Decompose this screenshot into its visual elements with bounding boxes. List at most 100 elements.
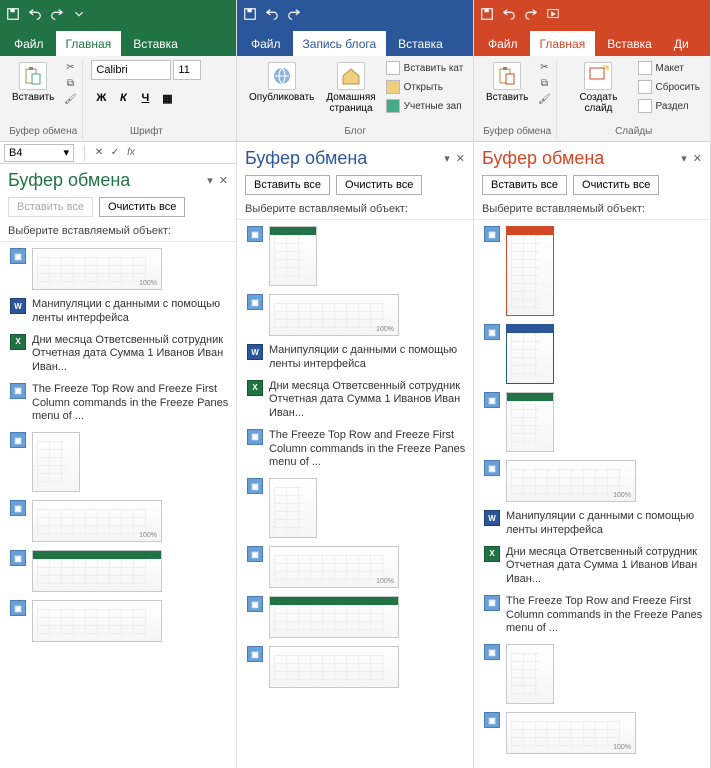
reset-button[interactable]: Сбросить (636, 79, 702, 95)
clip-item[interactable]: W Манипуляции с данными с помощью ленты … (245, 340, 469, 376)
cancel-icon[interactable]: ✕ (91, 146, 107, 160)
copy-icon[interactable]: ⧉ (62, 76, 78, 90)
save-icon[interactable] (480, 7, 494, 21)
clip-item[interactable]: ▣ (245, 642, 469, 692)
close-icon[interactable]: ✕ (693, 152, 702, 165)
tab-file[interactable]: Файл (4, 31, 54, 56)
underline-button[interactable]: Ч (135, 88, 155, 108)
format-painter-icon[interactable]: 🖌 (62, 92, 78, 106)
section-button[interactable]: Раздел (636, 98, 702, 114)
redo-icon[interactable] (50, 7, 64, 21)
pane-menu-icon[interactable]: ▾ (207, 174, 213, 187)
pane-menu-icon[interactable]: ▾ (681, 152, 687, 165)
tab-insert[interactable]: Вставка (597, 31, 662, 56)
clear-all-button[interactable]: Очистить все (336, 175, 422, 195)
paste-all-button[interactable]: Вставить все (482, 175, 567, 195)
clip-list[interactable]: ▣ ▣ 100% W Манипуляции с данными с помощ… (237, 219, 473, 768)
cut-icon[interactable]: ✂ (536, 60, 552, 74)
copy-icon[interactable]: ⧉ (536, 76, 552, 90)
name-box[interactable]: B4▾ (4, 144, 74, 162)
clip-item[interactable]: ▣ The Freeze Top Row and Freeze First Co… (482, 591, 706, 640)
clip-item[interactable]: ▣ 100% (245, 290, 469, 340)
pane-title: Буфер обмена (8, 170, 130, 191)
clip-item[interactable]: X Дни месяца Ответсвенный сотрудник Отче… (245, 376, 469, 425)
clip-item[interactable]: ▣ 100% (482, 456, 706, 506)
clip-list[interactable]: ▣ ▣ ▣ ▣ 100% W Манипуляции с данными с п… (474, 219, 710, 768)
fx-icon[interactable]: fx (123, 146, 139, 160)
clip-item[interactable]: ▣ (245, 222, 469, 290)
cut-icon[interactable]: ✂ (62, 60, 78, 74)
layout-button[interactable]: Макет (636, 60, 702, 76)
excel-window: Файл Главная Вставка Вставить ✂ ⧉ 🖌 Буфе… (0, 0, 237, 768)
start-from-beginning-icon[interactable] (546, 7, 560, 21)
clip-item[interactable]: X Дни месяца Ответсвенный сотрудник Отче… (8, 330, 232, 379)
clip-item[interactable]: W Манипуляции с данными с помощью ленты … (482, 506, 706, 542)
clip-item[interactable]: ▣ (482, 222, 706, 320)
clip-item[interactable]: ▣ (482, 640, 706, 708)
paste-icon (493, 62, 521, 90)
clip-list[interactable]: ▣ 100% W Манипуляции с данными с помощью… (0, 241, 236, 768)
clip-item[interactable]: ▣ The Freeze Top Row and Freeze First Co… (245, 425, 469, 474)
category-icon (386, 61, 400, 75)
tab-home[interactable]: Главная (56, 31, 122, 56)
tab-file[interactable]: Файл (241, 31, 291, 56)
enter-icon[interactable]: ✓ (107, 146, 123, 160)
tab-home[interactable]: Главная (530, 31, 596, 56)
clip-item[interactable]: ▣ (245, 592, 469, 642)
clip-item[interactable]: X Дни месяца Ответсвенный сотрудник Отче… (482, 542, 706, 591)
tab-insert[interactable]: Вставка (388, 31, 453, 56)
accounts-icon (386, 99, 400, 113)
save-icon[interactable] (243, 7, 257, 21)
clear-all-button[interactable]: Очистить все (99, 197, 185, 217)
clip-item[interactable]: ▣ (8, 596, 232, 646)
tab-insert[interactable]: Вставка (123, 31, 188, 56)
clip-item[interactable]: ▣ 100% (8, 244, 232, 294)
image-source-icon: ▣ (10, 550, 26, 566)
clip-item[interactable]: W Манипуляции с данными с помощью ленты … (8, 294, 232, 330)
clear-all-button[interactable]: Очистить все (573, 175, 659, 195)
undo-icon[interactable] (265, 7, 279, 21)
tab-blog-post[interactable]: Запись блога (293, 31, 387, 56)
tab-design[interactable]: Ди (664, 31, 699, 56)
clip-item[interactable]: ▣ (8, 546, 232, 596)
font-size-combo[interactable]: 11 (173, 60, 201, 80)
more-icon[interactable] (72, 7, 86, 21)
open-button[interactable]: Открыть (384, 79, 466, 95)
publish-button[interactable]: Опубликовать (245, 60, 318, 105)
select-object-label: Выберите вставляемый объект: (0, 223, 236, 241)
redo-icon[interactable] (287, 7, 301, 21)
paste-all-button[interactable]: Вставить все (245, 175, 330, 195)
clip-item[interactable]: ▣ 100% (8, 496, 232, 546)
new-slide-button[interactable]: Создать слайд (565, 60, 631, 116)
tab-file[interactable]: Файл (478, 31, 528, 56)
image-source-icon: ▣ (484, 324, 500, 340)
close-icon[interactable]: ✕ (456, 152, 465, 165)
clip-thumbnail (269, 226, 317, 286)
paste-all-button[interactable]: Вставить все (8, 197, 93, 217)
italic-button[interactable]: К (113, 88, 133, 108)
clip-item[interactable]: ▣ 100% (245, 542, 469, 592)
save-icon[interactable] (6, 7, 20, 21)
clip-item[interactable]: ▣ (482, 388, 706, 456)
accounts-button[interactable]: Учетные зап (384, 98, 466, 114)
clip-item[interactable]: ▣ 100% (482, 708, 706, 758)
borders-button[interactable]: ▦ (157, 88, 177, 108)
insert-category-button[interactable]: Вставить кат (384, 60, 466, 76)
format-painter-icon[interactable]: 🖌 (536, 92, 552, 106)
pane-menu-icon[interactable]: ▾ (444, 152, 450, 165)
clip-thumbnail (32, 600, 162, 642)
paste-button[interactable]: Вставить (8, 60, 58, 105)
paste-button[interactable]: Вставить (482, 60, 532, 105)
undo-icon[interactable] (28, 7, 42, 21)
undo-icon[interactable] (502, 7, 516, 21)
bold-button[interactable]: Ж (91, 88, 111, 108)
close-icon[interactable]: ✕ (219, 174, 228, 187)
clip-item[interactable]: ▣ The Freeze Top Row and Freeze First Co… (8, 379, 232, 428)
clip-thumbnail (269, 646, 399, 688)
clip-item[interactable]: ▣ (8, 428, 232, 496)
clip-item[interactable]: ▣ (245, 474, 469, 542)
redo-icon[interactable] (524, 7, 538, 21)
clip-item[interactable]: ▣ (482, 320, 706, 388)
home-page-button[interactable]: Домашняя страница (322, 60, 379, 116)
font-name-combo[interactable]: Calibri (91, 60, 171, 80)
